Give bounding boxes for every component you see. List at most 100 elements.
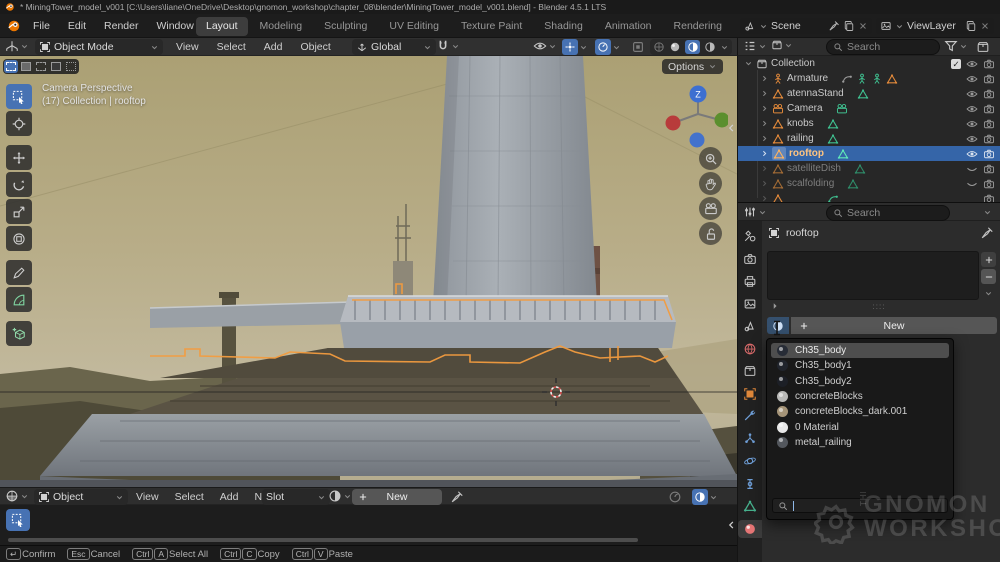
preview-panel-header[interactable]: ::::: [770, 301, 978, 311]
slot-specials-button[interactable]: [981, 286, 996, 301]
shader-overlay-toggle[interactable]: [692, 489, 718, 505]
menu-select[interactable]: Select: [167, 488, 212, 506]
close-icon[interactable]: [980, 21, 990, 31]
gizmo-toggle[interactable]: [562, 39, 588, 55]
object-label[interactable]: satelliteDish: [787, 163, 841, 174]
select-mode-intersect[interactable]: [64, 60, 78, 73]
tab-texture-paint[interactable]: Texture Paint: [451, 17, 532, 36]
menu-file[interactable]: File: [24, 14, 59, 38]
render-camera-icon[interactable]: [983, 88, 995, 100]
object-label[interactable]: Armature: [787, 73, 828, 84]
overlays-toggle[interactable]: [595, 39, 621, 55]
horizontal-scrollbar[interactable]: [8, 538, 638, 542]
viewlayer-selector[interactable]: ViewLayer: [876, 18, 994, 34]
zoom-button[interactable]: [699, 147, 722, 170]
pan-hand-button[interactable]: [699, 172, 722, 195]
material-option[interactable]: Ch35_body2: [771, 374, 949, 389]
unhide-eye-closed-icon[interactable]: [966, 163, 978, 175]
slot-dropdown[interactable]: Slot: [262, 489, 330, 505]
tool-transform[interactable]: [6, 226, 32, 251]
properties-search[interactable]: Search: [826, 205, 950, 221]
outliner-row-scalfolding[interactable]: scalfolding: [738, 176, 1000, 191]
pin-icon[interactable]: [980, 226, 994, 240]
disclosure-icon[interactable]: [760, 179, 769, 188]
hide-eye-icon[interactable]: [966, 88, 978, 100]
sidebar-expand-arrow[interactable]: [726, 120, 737, 136]
material-option[interactable]: Ch35_body: [771, 343, 949, 358]
filter-dropdown[interactable]: [944, 39, 968, 53]
tab-uv-editing[interactable]: UV Editing: [379, 17, 449, 36]
menu-add[interactable]: Add: [256, 38, 291, 56]
material-option[interactable]: Ch35_body1: [771, 358, 949, 373]
tab-object[interactable]: [738, 385, 763, 403]
new-material-button[interactable]: New: [791, 317, 997, 334]
hide-eye-icon[interactable]: [966, 103, 978, 115]
tab-constraints[interactable]: [738, 475, 763, 493]
tab-rendering[interactable]: Rendering: [664, 17, 732, 36]
rendered-shading-icon[interactable]: [704, 41, 716, 53]
editor-type-button[interactable]: [5, 489, 29, 503]
outliner-row-collection[interactable]: Collection ✓: [738, 56, 1000, 71]
shader-type-dropdown[interactable]: Object: [34, 489, 128, 505]
outliner-row-clipped[interactable]: [738, 191, 1000, 202]
solid-shading-icon[interactable]: [669, 41, 681, 53]
tab-shading[interactable]: Shading: [534, 17, 593, 36]
hide-eye-icon[interactable]: [966, 58, 978, 70]
copy-icon[interactable]: [843, 20, 855, 32]
viewport-3d[interactable]: Camera Perspective (17) Collection | roo…: [0, 56, 737, 487]
new-collection-icon[interactable]: [976, 40, 990, 54]
close-icon[interactable]: [858, 21, 868, 31]
shader-editor-canvas[interactable]: [0, 505, 737, 545]
tab-animation[interactable]: Animation: [595, 17, 662, 36]
disclosure-icon[interactable]: [760, 149, 769, 158]
snap-control[interactable]: [436, 39, 460, 53]
menu-window[interactable]: Window: [147, 14, 202, 38]
render-camera-icon[interactable]: [983, 178, 995, 190]
collection-label[interactable]: Collection: [771, 58, 815, 69]
pin-icon[interactable]: [450, 490, 464, 504]
disclosure-icon[interactable]: [760, 134, 769, 143]
collection-checkbox[interactable]: ✓: [951, 59, 961, 69]
tab-physics[interactable]: [738, 452, 763, 470]
disclosure-icon[interactable]: [760, 89, 769, 98]
select-mode-set[interactable]: [4, 60, 18, 73]
object-label[interactable]: scalfolding: [787, 178, 834, 189]
camera-view-button[interactable]: [699, 197, 722, 220]
editor-type-button[interactable]: [743, 39, 767, 53]
editor-type-button[interactable]: [743, 205, 767, 219]
disclosure-icon[interactable]: [760, 74, 769, 83]
tool-select-box[interactable]: [6, 84, 32, 109]
render-camera-icon[interactable]: [983, 103, 995, 115]
options-dropdown[interactable]: Options: [662, 59, 723, 74]
material-option[interactable]: 0 Material: [771, 419, 949, 434]
tool-rotate[interactable]: [6, 172, 32, 197]
hide-eye-icon[interactable]: [966, 73, 978, 85]
select-mode-extend[interactable]: [19, 60, 33, 73]
disclosure-icon[interactable]: [760, 194, 769, 202]
menu-add[interactable]: Add: [212, 488, 247, 506]
transform-orientation-dropdown[interactable]: Global: [352, 39, 436, 55]
lock-view-button[interactable]: [699, 222, 722, 245]
disclosure-icon[interactable]: [760, 164, 769, 173]
tab-scene[interactable]: [738, 317, 763, 335]
tab-view-layer[interactable]: [738, 295, 763, 313]
tab-world[interactable]: [738, 340, 763, 358]
hide-eye-icon[interactable]: [966, 133, 978, 145]
outliner-row-railing[interactable]: railing: [738, 131, 1000, 146]
material-option[interactable]: concreteBlocks_dark.001: [771, 404, 949, 419]
object-label-active[interactable]: rooftop: [789, 148, 824, 159]
panel-grip-dots[interactable]: ::::: [873, 302, 886, 311]
menu-object[interactable]: Object: [292, 38, 338, 56]
tab-material-active[interactable]: [738, 520, 763, 538]
hide-eye-icon[interactable]: [966, 148, 978, 160]
select-mode-subtract[interactable]: [34, 60, 48, 73]
render-camera-icon[interactable]: [983, 133, 995, 145]
chevron-down-icon[interactable]: [983, 208, 992, 217]
tab-layout[interactable]: Layout: [196, 17, 248, 36]
outliner-row-rooftop-selected[interactable]: rooftop: [738, 146, 1000, 161]
material-slot-list[interactable]: [767, 251, 979, 300]
object-label[interactable]: Camera: [787, 103, 823, 114]
render-camera-icon[interactable]: [983, 193, 995, 203]
tab-particles[interactable]: [738, 430, 763, 448]
outliner-row-armature[interactable]: Armature: [738, 71, 1000, 86]
